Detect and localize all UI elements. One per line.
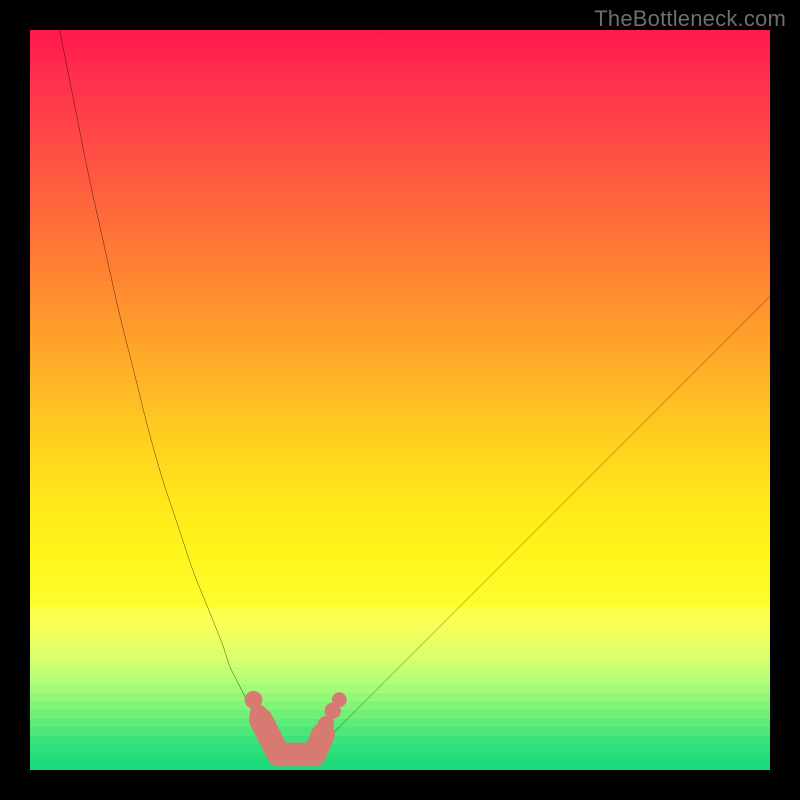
data-marker bbox=[250, 705, 268, 723]
curve-left-branch bbox=[60, 30, 282, 755]
chart-frame: TheBottleneck.com bbox=[0, 0, 800, 800]
plot-area bbox=[30, 30, 770, 770]
curve-right-branch bbox=[311, 296, 770, 755]
data-marker bbox=[332, 692, 347, 707]
valley-capsule bbox=[314, 734, 323, 754]
watermark-text: TheBottleneck.com bbox=[594, 6, 786, 32]
chart-svg bbox=[30, 30, 770, 770]
marker-layer bbox=[245, 691, 347, 755]
curve-layer bbox=[60, 30, 770, 760]
